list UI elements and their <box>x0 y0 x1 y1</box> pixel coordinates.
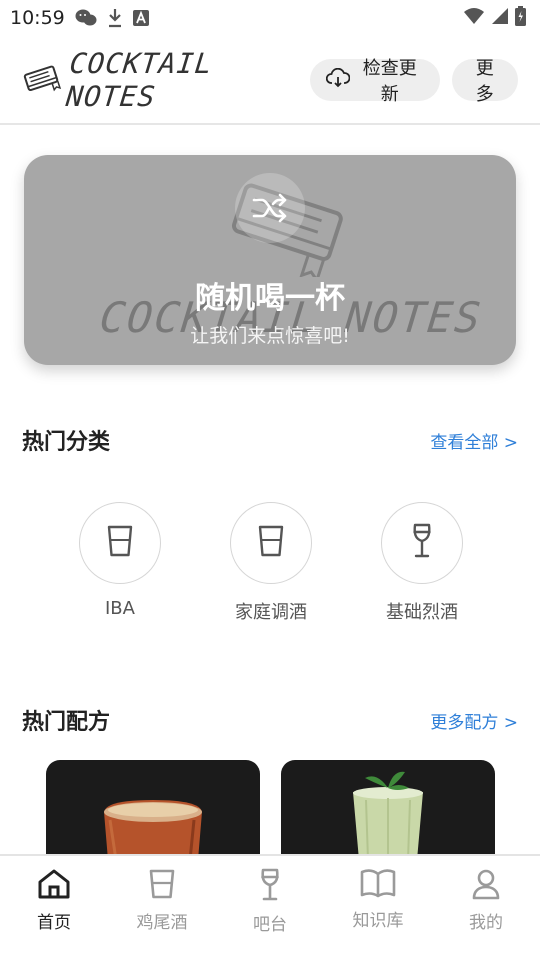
category-base-spirits[interactable]: 基础烈酒 <box>352 502 492 624</box>
more-recipes-link[interactable]: 更多配方 > <box>430 708 518 733</box>
person-icon <box>471 868 501 904</box>
bottom-nav: 首页 鸡尾酒 吧台 知识库 我的 <box>0 854 540 960</box>
category-iba[interactable]: IBA <box>50 502 190 619</box>
view-all-link[interactable]: 查看全部 > <box>430 428 518 453</box>
book-logo-icon <box>22 61 62 99</box>
logo-text: COCKTAIL NOTES <box>64 47 215 113</box>
app-logo: COCKTAIL NOTES <box>22 47 310 113</box>
cup-icon <box>106 524 134 562</box>
tab-cocktails[interactable]: 鸡尾酒 <box>108 856 216 960</box>
category-label: 家庭调酒 <box>235 602 307 623</box>
check-update-button[interactable]: 检查更新 <box>309 58 440 104</box>
category-label: IBA <box>105 598 135 619</box>
categories-header: 热门分类 查看全部 > <box>22 424 518 456</box>
wine-glass-icon <box>410 523 434 563</box>
signal-icon <box>491 7 509 29</box>
cloud-download-icon <box>325 67 351 93</box>
category-icon-circle <box>79 502 161 584</box>
app-header: COCKTAIL NOTES 检查更新 更多 <box>0 47 540 113</box>
cup-icon <box>148 868 176 904</box>
category-home-bartending[interactable]: 家庭调酒 <box>201 502 341 624</box>
tab-label: 我的 <box>469 913 503 933</box>
recipes-title: 热门配方 <box>22 710 111 735</box>
random-drink-banner[interactable]: COCKTAIL NOTES 随机喝一杯 让我们来点惊喜吧! <box>24 155 516 365</box>
font-app-icon <box>132 10 149 26</box>
category-icon-circle <box>230 502 312 584</box>
tab-knowledge[interactable]: 知识库 <box>324 856 432 960</box>
tab-profile[interactable]: 我的 <box>432 856 540 960</box>
check-update-label: 检查更新 <box>362 58 417 104</box>
download-icon <box>107 8 123 28</box>
wifi-icon <box>463 7 485 29</box>
cup-icon <box>257 524 285 562</box>
tab-label: 吧台 <box>253 915 287 935</box>
tab-home[interactable]: 首页 <box>0 856 108 960</box>
shuffle-icon <box>235 173 305 243</box>
recipes-header: 热门配方 更多配方 > <box>22 704 518 736</box>
tab-label: 知识库 <box>352 911 404 931</box>
battery-icon <box>515 6 526 30</box>
category-icon-circle <box>381 502 463 584</box>
banner-title: 随机喝一杯 <box>195 281 345 316</box>
home-icon <box>37 868 71 904</box>
status-bar: 10:59 <box>0 0 540 36</box>
status-time: 10:59 <box>10 7 65 29</box>
more-button[interactable]: 更多 <box>451 58 518 104</box>
wine-glass-icon <box>258 868 282 906</box>
banner-subtitle: 让我们来点惊喜吧! <box>190 325 350 347</box>
recipe-list <box>0 760 540 880</box>
tab-label: 首页 <box>37 913 71 933</box>
tab-bar[interactable]: 吧台 <box>216 856 324 960</box>
tab-label: 鸡尾酒 <box>136 913 188 933</box>
header-divider <box>0 123 540 125</box>
category-label: 基础烈酒 <box>386 602 458 623</box>
categories-title: 热门分类 <box>22 430 111 455</box>
book-icon <box>360 868 396 902</box>
wechat-icon <box>75 8 97 28</box>
